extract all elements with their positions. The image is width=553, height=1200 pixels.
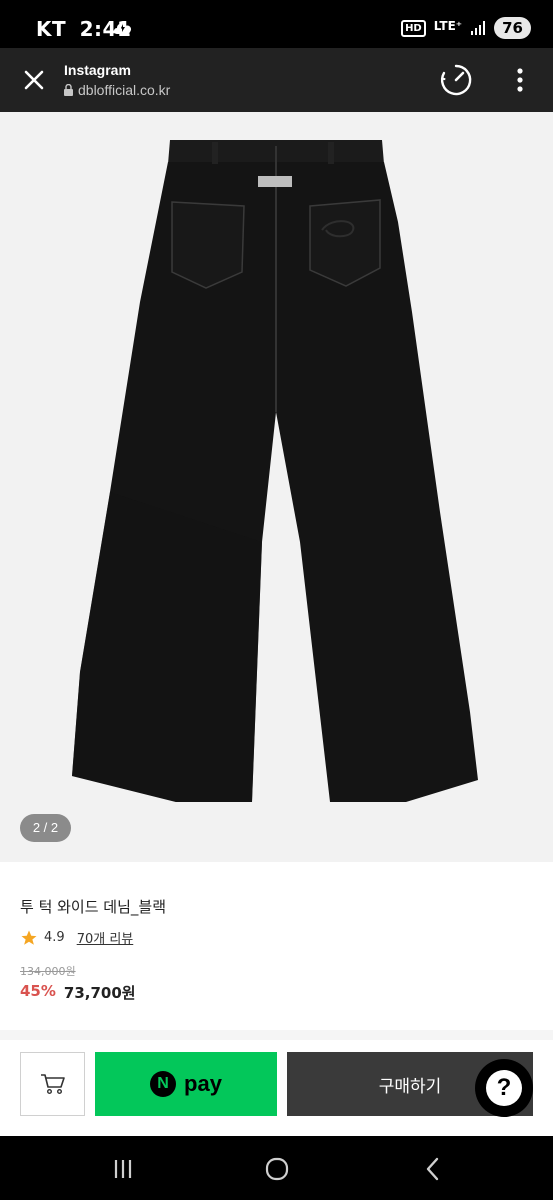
browser-header: Instagram dblofficial.co.kr bbox=[0, 48, 553, 112]
add-to-cart-button[interactable] bbox=[20, 1052, 85, 1116]
npay-button[interactable]: N pay bbox=[95, 1052, 277, 1116]
hd-badge: HD bbox=[401, 19, 426, 37]
sale-price: 73,700원 bbox=[63, 984, 136, 1002]
npay-logo: N bbox=[150, 1071, 177, 1097]
product-image-carousel[interactable]: 2 / 2 bbox=[0, 112, 553, 862]
battery-badge: 76 bbox=[494, 17, 531, 39]
browser-url: dblofficial.co.kr bbox=[64, 82, 170, 98]
rating-row: 4.9 70개 리뷰 bbox=[20, 928, 133, 947]
more-vertical-icon[interactable] bbox=[506, 64, 534, 96]
rating-value: 4.9 bbox=[44, 930, 65, 945]
speed-icon[interactable] bbox=[438, 62, 474, 98]
cloud-icon bbox=[114, 23, 132, 34]
signal-icon bbox=[471, 21, 486, 35]
price-row: 45% 73,700원 bbox=[20, 982, 136, 1003]
product-photo-jeans bbox=[72, 140, 478, 802]
product-name: 투 턱 와이드 데님_블랙 bbox=[20, 898, 167, 916]
product-page: 2 / 2 투 턱 와이드 데님_블랙 4.9 70개 리뷰 134,000원 … bbox=[0, 112, 553, 1136]
network-label: LTE⁺ bbox=[433, 19, 463, 33]
browser-title: Instagram bbox=[64, 62, 131, 78]
close-icon[interactable] bbox=[18, 64, 50, 96]
back-icon[interactable] bbox=[418, 1154, 448, 1184]
star-icon bbox=[21, 930, 37, 945]
original-price: 134,000원 bbox=[20, 965, 76, 978]
status-indicators: HD LTE⁺ 76 bbox=[401, 16, 531, 40]
system-nav-bar bbox=[0, 1136, 553, 1200]
lock-icon bbox=[64, 84, 73, 96]
help-chat-button[interactable]: ? bbox=[475, 1059, 533, 1117]
url-text: dblofficial.co.kr bbox=[78, 82, 171, 98]
product-info: 투 턱 와이드 데님_블랙 4.9 70개 리뷰 134,000원 45% 73… bbox=[0, 862, 553, 1042]
image-counter: 2 / 2 bbox=[20, 814, 71, 842]
review-link[interactable]: 70개 리뷰 bbox=[77, 928, 134, 947]
status-bar: KT 2:41 HD LTE⁺ 76 bbox=[0, 0, 553, 48]
help-icon: ? bbox=[486, 1070, 522, 1106]
discount-rate: 45% bbox=[20, 982, 56, 1000]
home-icon[interactable] bbox=[262, 1154, 292, 1184]
purchase-action-bar: N pay 구매하기 ? bbox=[0, 1040, 553, 1136]
cart-icon bbox=[40, 1074, 65, 1095]
recent-apps-icon[interactable] bbox=[108, 1154, 138, 1184]
carrier-label: KT bbox=[36, 17, 67, 41]
npay-label: pay bbox=[184, 1071, 222, 1096]
section-divider bbox=[0, 1030, 553, 1040]
